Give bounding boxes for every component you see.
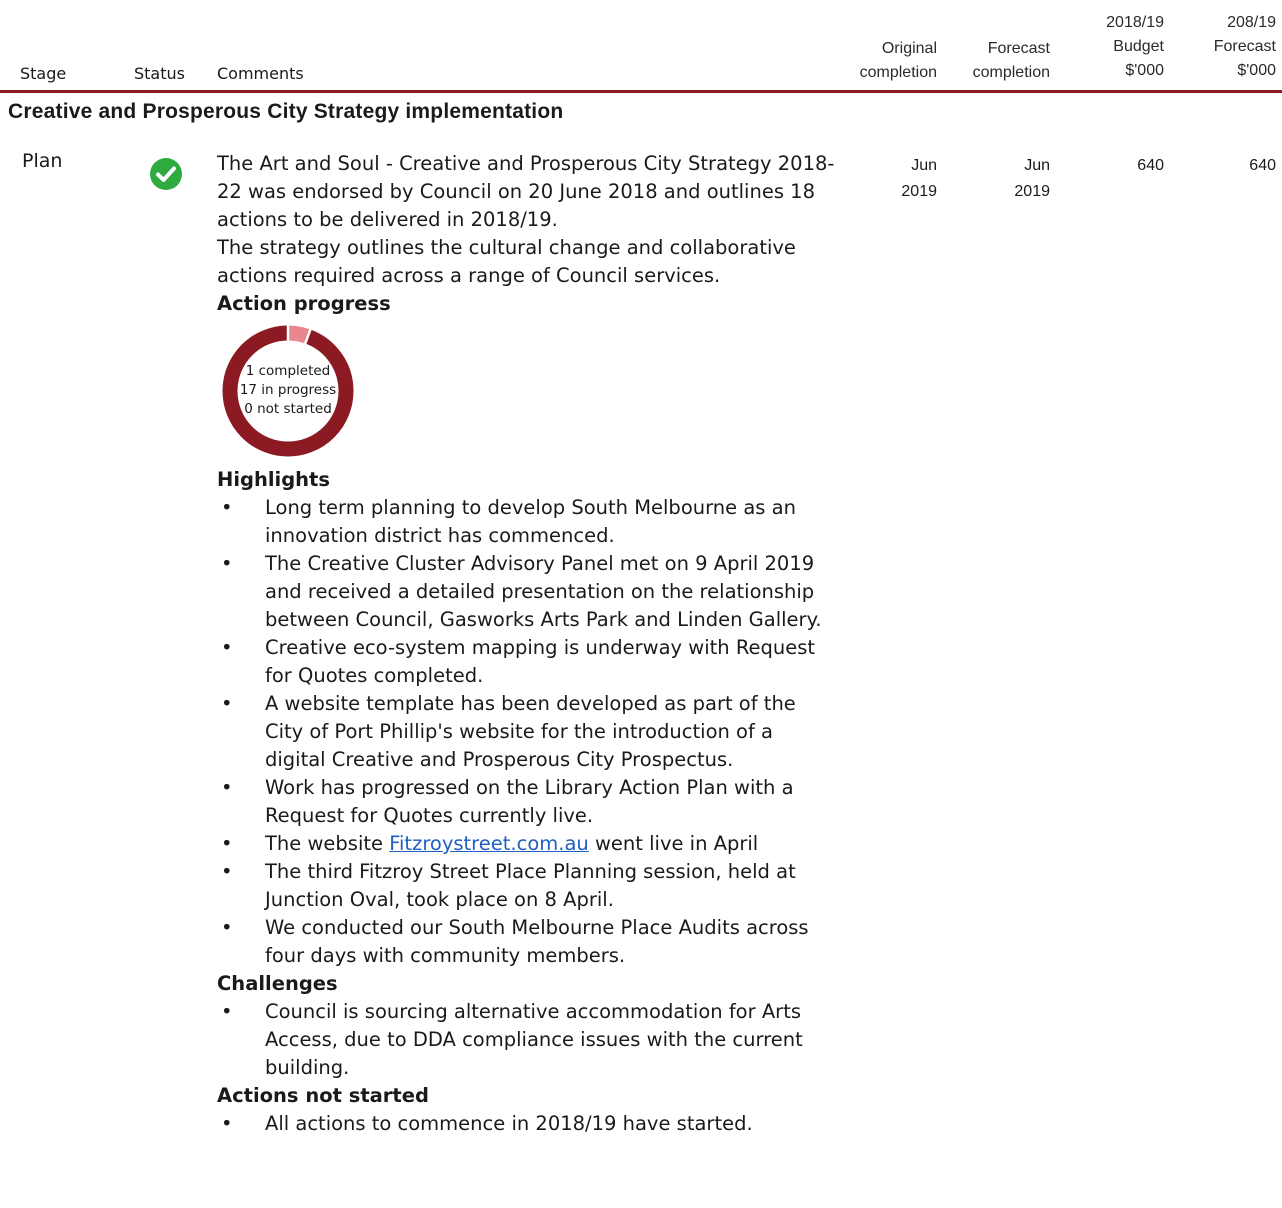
list-item: The Creative Cluster Advisory Panel met … xyxy=(217,550,837,634)
action-progress-donut: 1 completed 17 in progress 0 not started xyxy=(221,324,355,458)
list-item: A website template has been developed as… xyxy=(217,690,837,774)
header-forecast-completion: Forecast completion xyxy=(930,37,1050,85)
header-budget-line-3: $'000 xyxy=(1125,62,1164,79)
stage-value: Plan xyxy=(22,150,63,172)
header-forecast-line-1: Forecast xyxy=(987,40,1050,57)
donut-label-in-progress: 17 in progress xyxy=(239,382,337,398)
original-completion-year: 2019 xyxy=(901,183,937,200)
challenges-heading: Challenges xyxy=(217,972,338,995)
header-forecast-amt-line-3: $'000 xyxy=(1237,62,1276,79)
header-original-completion: Original completion xyxy=(820,37,937,85)
list-item: We conducted our South Melbourne Place A… xyxy=(217,914,837,970)
forecast-completion-value: Jun 2019 xyxy=(993,153,1050,205)
header-forecast-line-2: completion xyxy=(972,64,1050,81)
budget-value: 640 xyxy=(1137,157,1164,174)
challenges-list: Council is sourcing alternative accommod… xyxy=(217,998,837,1082)
actions-not-started-heading: Actions not started xyxy=(217,1084,429,1107)
original-completion-month: Jun xyxy=(911,157,937,174)
header-forecast-amt-line-1: 208/19 xyxy=(1227,14,1276,31)
website-suffix: went live in April xyxy=(588,832,759,855)
highlights-list: Long term planning to develop South Melb… xyxy=(217,494,837,970)
forecast-completion-year: 2019 xyxy=(1014,183,1050,200)
header-comments: Comments xyxy=(217,64,304,83)
section-title: Creative and Prosperous City Strategy im… xyxy=(8,100,564,123)
header-divider xyxy=(0,90,1282,93)
comment-intro-2: The strategy outlines the cultural chang… xyxy=(217,236,796,287)
not-started-list: All actions to commence in 2018/19 have … xyxy=(217,1110,837,1138)
list-item: Council is sourcing alternative accommod… xyxy=(217,998,837,1082)
header-budget-line-1: 2018/19 xyxy=(1106,14,1164,31)
check-circle-icon xyxy=(149,157,183,191)
highlights-heading: Highlights xyxy=(217,468,330,491)
header-original-line-1: Original xyxy=(881,40,937,57)
action-progress-heading: Action progress xyxy=(217,292,391,315)
forecast-completion-month: Jun xyxy=(1024,157,1050,174)
donut-label-completed: 1 completed xyxy=(245,363,331,379)
fitzroystreet-link[interactable]: Fitzroystreet.com.au xyxy=(389,832,589,855)
header-original-line-2: completion xyxy=(859,64,937,81)
list-item: The website Fitzroystreet.com.au went li… xyxy=(217,830,837,858)
comment-intro-1: The Art and Soul - Creative and Prospero… xyxy=(217,152,835,231)
header-stage: Stage xyxy=(20,64,67,83)
comments-cell: The Art and Soul - Creative and Prospero… xyxy=(217,150,837,1138)
donut-labels: 1 completed 17 in progress 0 not started xyxy=(221,362,355,419)
website-prefix: The website xyxy=(265,832,390,855)
header-status: Status xyxy=(134,64,185,83)
list-item: Work has progressed on the Library Actio… xyxy=(217,774,837,830)
header-forecast-amt-line-2: Forecast xyxy=(1213,38,1276,55)
original-completion-value: Jun 2019 xyxy=(880,153,937,205)
donut-label-not-started: 0 not started xyxy=(244,401,332,417)
list-item: The third Fitzroy Street Place Planning … xyxy=(217,858,837,914)
forecast-value: 640 xyxy=(1249,157,1276,174)
header-budget-line-2: Budget xyxy=(1113,38,1164,55)
header-budget: 2018/19 Budget $'000 xyxy=(1060,11,1164,83)
header-forecast: 208/19 Forecast $'000 xyxy=(1170,11,1276,83)
list-item: All actions to commence in 2018/19 have … xyxy=(217,1110,837,1138)
list-item: Creative eco-system mapping is underway … xyxy=(217,634,837,690)
list-item: Long term planning to develop South Melb… xyxy=(217,494,837,550)
